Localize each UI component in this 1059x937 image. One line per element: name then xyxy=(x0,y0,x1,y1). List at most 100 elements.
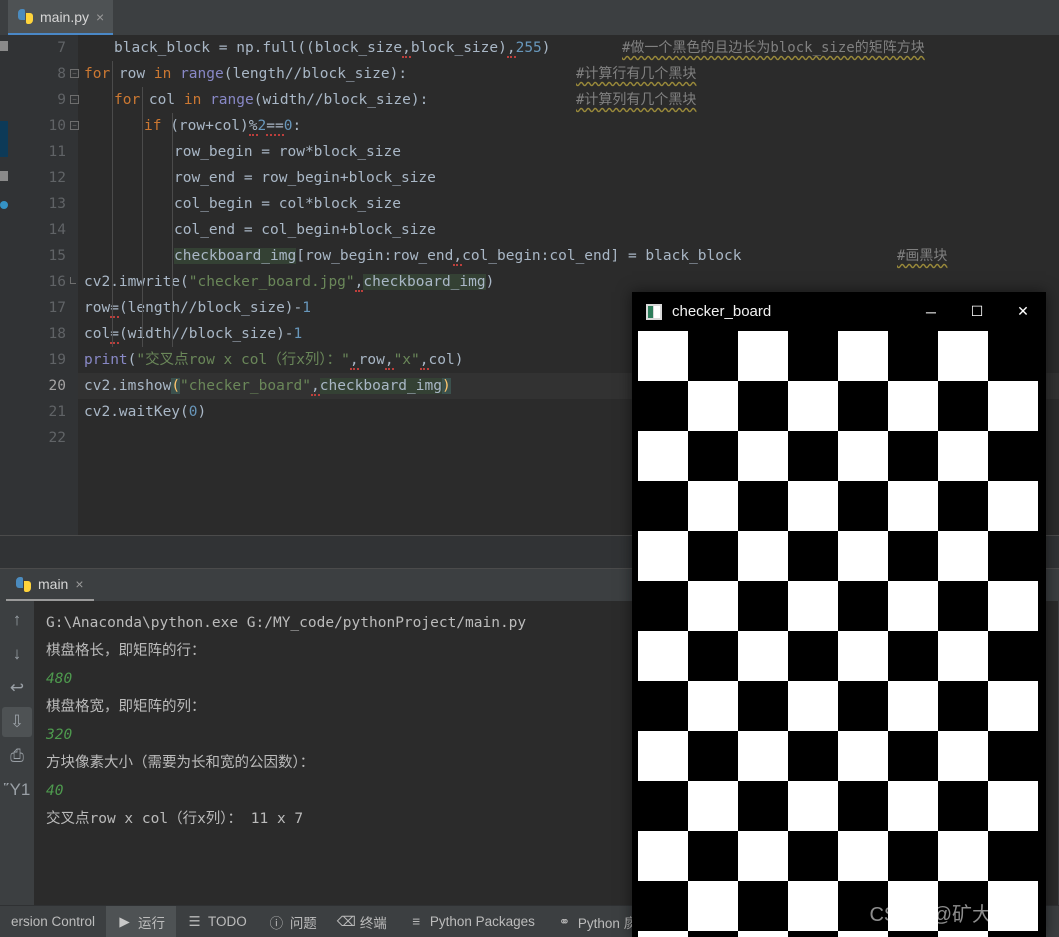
scroll-up-icon[interactable]: ↑ xyxy=(2,605,32,635)
clear-all-icon[interactable]: Ὕ1 xyxy=(2,775,32,805)
code-token: block_size) xyxy=(410,40,507,56)
statusbar-label: Python Packages xyxy=(429,914,535,929)
code-token: 1 xyxy=(293,326,303,342)
fold-end-icon[interactable] xyxy=(70,277,76,284)
code-token: cv2.imshow xyxy=(84,378,172,394)
checker-square xyxy=(738,531,788,581)
checker-square xyxy=(988,581,1038,631)
checker-square xyxy=(738,681,788,731)
checker-square xyxy=(638,431,688,481)
checker-square xyxy=(688,731,738,781)
statusbar-version-control[interactable]: ersion Control xyxy=(0,906,106,937)
code-token: 2 xyxy=(257,118,267,134)
code-token: , xyxy=(402,40,411,58)
editor-gutter[interactable]: 7 8 9 10 11 12 13 14 15 16 17 18 19 20 21 22− − − xyxy=(8,35,79,535)
checker-square xyxy=(738,331,788,381)
checker-square xyxy=(638,831,688,881)
code-token: for xyxy=(114,92,141,108)
checker-square xyxy=(638,331,688,381)
print-icon[interactable]: ⎙ xyxy=(2,741,32,771)
checker-square xyxy=(788,381,838,431)
statusbar-label: 终端 xyxy=(359,915,387,931)
code-line[interactable]: col_begin = col*block_size xyxy=(78,191,1059,217)
checker-square xyxy=(988,331,1038,381)
checker-board-title: checker_board xyxy=(672,303,772,320)
checker-square xyxy=(888,831,938,881)
gutter-line-number: 22 xyxy=(48,430,66,446)
run-icon: ▶ xyxy=(119,913,130,929)
checker-square xyxy=(738,631,788,681)
checker-square xyxy=(638,681,688,731)
python-file-icon xyxy=(18,9,33,24)
statusbar-terminal[interactable]: ⌫ 终端 xyxy=(328,906,398,937)
checker-board-window[interactable]: checker_board ─ ☐ ✕ CSDN @矿大小林 xyxy=(632,292,1046,937)
code-token: 255 xyxy=(515,40,542,56)
code-token: "checker_board" xyxy=(180,378,311,394)
checker-square xyxy=(688,381,738,431)
minimize-button[interactable]: ─ xyxy=(908,292,954,331)
checker-square xyxy=(988,681,1038,731)
image-icon xyxy=(646,303,662,320)
code-line[interactable]: checkboard_img[row_begin:row_end,col_beg… xyxy=(78,243,1059,269)
run-tab-label: main xyxy=(38,576,69,592)
code-line[interactable]: for col in range(width//block_size): #计算列… xyxy=(78,87,1059,113)
close-icon[interactable]: × xyxy=(96,10,104,24)
code-line[interactable]: if (row+col)%2==0: xyxy=(78,113,1059,139)
statusbar-run[interactable]: ▶ 运行 xyxy=(106,905,177,937)
close-button[interactable]: ✕ xyxy=(1000,292,1046,331)
checker-square xyxy=(988,781,1038,831)
checker-square xyxy=(738,581,788,631)
statusbar-python-packages[interactable]: ≡ Python Packages xyxy=(398,906,546,937)
checker-square xyxy=(788,931,838,937)
code-token: "checker_board.jpg" xyxy=(188,274,355,290)
code-line[interactable]: col_end = col_begin+block_size xyxy=(78,217,1059,243)
checker-square xyxy=(788,481,838,531)
close-icon[interactable]: × xyxy=(75,577,83,591)
scroll-down-icon[interactable]: ↓ xyxy=(2,639,32,669)
checker-square xyxy=(888,381,938,431)
checker-square xyxy=(638,781,688,831)
code-token: in xyxy=(183,92,202,108)
code-token: col xyxy=(84,326,111,342)
code-line[interactable]: for row in range(length//block_size): #计算… xyxy=(78,61,1059,87)
checker-square xyxy=(888,781,938,831)
code-line[interactable]: row_begin = row*block_size xyxy=(78,139,1059,165)
code-token: row_begin = row*block_size xyxy=(174,144,401,160)
checker-board-titlebar[interactable]: checker_board ─ ☐ ✕ xyxy=(632,292,1046,331)
code-token: (length//block_size)- xyxy=(118,300,303,316)
checker-square xyxy=(688,531,738,581)
checker-square xyxy=(788,781,838,831)
soft-wrap-icon[interactable]: ↩ xyxy=(2,673,32,703)
gutter-line-number: 14 xyxy=(48,222,66,238)
checker-square xyxy=(788,631,838,681)
code-token: cv2.waitKey( xyxy=(84,404,189,420)
code-token: print xyxy=(84,352,128,368)
gutter-line-number: 18 xyxy=(48,326,66,342)
checker-square xyxy=(888,631,938,681)
statusbar-problems[interactable]: ⓘ 问题 xyxy=(258,906,328,937)
code-token: checkboard_img xyxy=(363,274,486,290)
checker-square xyxy=(638,881,688,931)
run-tab-main[interactable]: main × xyxy=(6,569,94,601)
editor-tab-main-py[interactable]: main.py × xyxy=(8,0,114,35)
code-token: if xyxy=(144,118,162,134)
maximize-button[interactable]: ☐ xyxy=(954,292,1000,331)
code-comment: #计算行有几个黑块 xyxy=(576,66,697,82)
editor-marker-strip xyxy=(0,35,8,535)
checker-square xyxy=(888,931,938,937)
checker-square xyxy=(988,731,1038,781)
checker-square xyxy=(838,481,888,531)
code-comment: #计算列有几个黑块 xyxy=(576,92,697,108)
gutter-line-number: 17 xyxy=(48,300,66,316)
checker-square xyxy=(838,831,888,881)
checker-board-image xyxy=(638,331,1038,937)
checker-square xyxy=(788,681,838,731)
code-line[interactable]: row_end = row_begin+block_size xyxy=(78,165,1059,191)
checker-square xyxy=(938,431,988,481)
code-line[interactable]: black_block = np.full((block_size,block_… xyxy=(78,35,1059,61)
scroll-to-end-icon[interactable]: ⇩ xyxy=(2,707,32,737)
code-token: col_begin = col*block_size xyxy=(174,196,401,212)
checker-square xyxy=(738,731,788,781)
statusbar-todo[interactable]: ☰ TODO xyxy=(176,906,258,937)
checker-square xyxy=(838,931,888,937)
